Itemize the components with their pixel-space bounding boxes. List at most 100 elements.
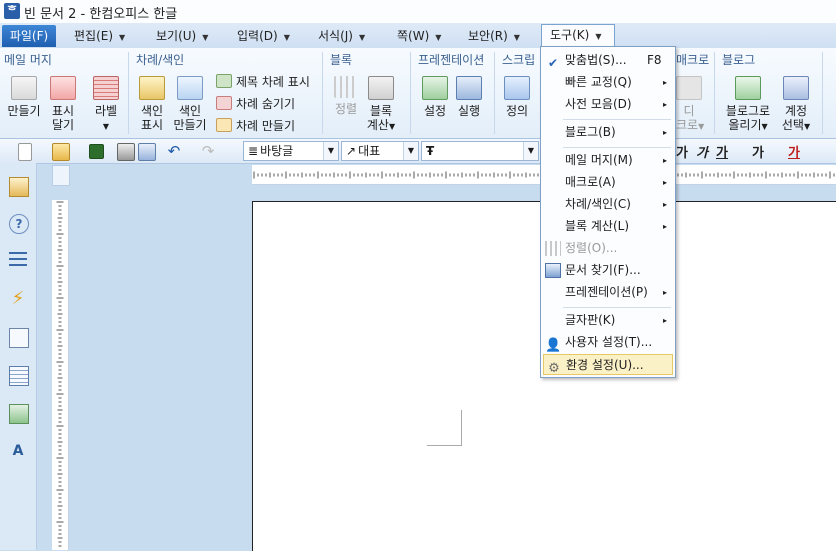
left-side-panel: ? ⚡ A <box>0 163 37 550</box>
menu-item-blog[interactable]: 블로그(B) ▸ <box>543 122 673 143</box>
menu-edit[interactable]: 편집(E) ▼ <box>74 26 125 46</box>
menu-item-block-calc[interactable]: 블록 계산(L) ▸ <box>543 216 673 237</box>
chevron-down-icon: ▼ <box>761 122 768 131</box>
group-title-script: 스크립 <box>502 53 536 67</box>
redo-icon[interactable]: ↷ <box>200 143 216 159</box>
menu-item-mail-merge[interactable]: 메일 머지(M) ▸ <box>543 150 673 171</box>
menu-item-macro[interactable]: 매크로(A) ▸ <box>543 172 673 193</box>
ruler-corner[interactable] <box>52 165 70 186</box>
blog-account-button[interactable]: 계정 선택▼ <box>778 76 814 134</box>
style-icon: ≣ <box>248 144 259 158</box>
index-make-button[interactable]: 색인 만들기 <box>172 76 208 132</box>
chevron-down-icon: ▼ <box>388 122 396 131</box>
chevron-down-icon: ▼ <box>403 142 418 160</box>
menu-security[interactable]: 보안(R) ▼ <box>468 26 520 46</box>
title-toc-show-button[interactable]: 제목 차례 표시 <box>216 73 310 90</box>
presentation-run-button[interactable]: 실행 <box>454 76 484 118</box>
script-gear-icon <box>504 76 530 100</box>
submenu-arrow-icon: ▸ <box>662 316 667 325</box>
menu-format[interactable]: 서식(J) ▼ <box>318 26 365 46</box>
menu-item-sort[interactable]: 정렬(O)... <box>543 238 673 259</box>
blog-post-button[interactable]: 블로그로 올리기▼ <box>722 76 774 134</box>
menu-item-dictionary[interactable]: 사전 모음(D) ▸ <box>543 94 673 115</box>
menu-item-find-document[interactable]: 문서 찾기(F)... <box>543 260 673 281</box>
menu-item-preferences[interactable]: ⚙ 환경 설정(U)... <box>543 354 673 376</box>
calculator-icon <box>368 76 394 100</box>
chart-gear-icon[interactable] <box>9 404 29 424</box>
menu-tools[interactable]: 도구(K) ▼ <box>541 24 615 48</box>
presentation-setup-button[interactable]: 설정 <box>420 76 450 118</box>
document-icon[interactable] <box>9 328 29 348</box>
font-color-button[interactable]: 가 <box>788 142 800 161</box>
gear-icon: ⚙ <box>548 361 560 376</box>
ribbon-separator <box>128 52 129 134</box>
underline-button[interactable]: 가 <box>716 142 728 161</box>
menu-item-toc-index[interactable]: 차례/색인(C) ▸ <box>543 194 673 215</box>
group-title-macro: 매크로 <box>676 53 710 67</box>
envelope-icon <box>11 76 37 100</box>
font-language-select[interactable]: ↗ 대표 ▼ <box>341 141 419 161</box>
menu-item-quick-correction[interactable]: 빠른 교정(Q) ▸ <box>543 72 673 93</box>
print-icon[interactable] <box>117 143 135 161</box>
index-mark-icon <box>139 76 165 100</box>
chevron-down-icon: ▼ <box>523 142 538 160</box>
ribbon: 메일 머지 만들기 표시 달기 라벨 ▼ 차례/색인 색인 표시 색인 만들기 제목 차… <box>0 48 836 139</box>
save-icon[interactable] <box>89 144 104 159</box>
vertical-ruler[interactable] <box>52 200 69 550</box>
undo-icon[interactable]: ↶ <box>166 143 182 159</box>
toc-hide-button[interactable]: 차례 숨기기 <box>216 95 295 112</box>
menu-item-presentation[interactable]: 프레젠테이션(P) ▸ <box>543 282 673 303</box>
submenu-arrow-icon: ▸ <box>662 100 667 109</box>
submenu-arrow-icon: ▸ <box>662 156 667 165</box>
mailmerge-show-button[interactable]: 표시 달기 <box>48 76 78 132</box>
group-title-presentation: 프레젠테이션 <box>418 53 485 67</box>
font-select[interactable]: Ŧ ▼ <box>421 141 539 161</box>
menu-item-user-settings[interactable]: 👤 사용자 설정(T)... <box>543 332 673 353</box>
group-title-block: 블록 <box>330 53 353 67</box>
new-document-icon[interactable] <box>18 143 32 161</box>
index-show-button[interactable]: 색인 표시 <box>136 76 168 132</box>
print-preview-icon[interactable] <box>138 143 156 161</box>
open-folder-icon[interactable] <box>52 143 70 161</box>
ribbon-separator <box>714 52 715 134</box>
submenu-arrow-icon: ▸ <box>662 288 667 297</box>
menu-bar: 파일(F) 편집(E) ▼ 보기(U) ▼ 입력(D) ▼ 서식(J) ▼ 쪽(W) ▼ … <box>0 23 836 48</box>
menu-file[interactable]: 파일(F) <box>2 25 56 47</box>
macro-button[interactable]: 디 크로▼ <box>676 76 704 134</box>
menu-view[interactable]: 보기(U) ▼ <box>156 26 208 46</box>
block-sort-button[interactable]: 정렬 <box>332 76 360 116</box>
presentation-setup-icon <box>422 76 448 100</box>
title-bar: ᄒ 빈 문서 2 - 한컴오피스 한글 <box>0 0 836 24</box>
presentation-run-icon <box>456 76 482 100</box>
script-define-button[interactable]: 정의 <box>502 76 532 118</box>
spellcheck-icon: ✔ <box>547 56 559 70</box>
menu-item-spellcheck[interactable]: ✔ 맞춤법(S)... F8 <box>543 50 673 71</box>
bullet-list-icon[interactable] <box>9 252 27 270</box>
book-icon[interactable] <box>9 177 29 197</box>
form-list-icon[interactable] <box>9 366 29 386</box>
menu-separator <box>563 307 671 308</box>
strikethrough-button[interactable]: 가 <box>752 142 764 161</box>
mailmerge-make-button[interactable]: 만들기 <box>6 76 42 118</box>
sort-icon <box>545 241 561 256</box>
toc-make-button[interactable]: 차례 만들기 <box>216 117 295 134</box>
italic-button[interactable]: 가 <box>696 142 708 161</box>
bold-button[interactable]: 가 <box>676 142 688 161</box>
index-book-icon <box>177 76 203 100</box>
hangul-app-icon[interactable]: ᄒ <box>4 3 20 19</box>
block-calc-button[interactable]: 블록 계산▼ <box>364 76 398 134</box>
group-title-toc: 차례/색인 <box>136 53 185 67</box>
style-select[interactable]: ≣ 바탕글 ▼ <box>243 141 339 161</box>
lightning-icon[interactable]: ⚡ <box>9 290 27 308</box>
account-icon <box>783 76 809 100</box>
blog-upload-icon <box>735 76 761 100</box>
label-button[interactable]: 라벨 ▼ <box>90 76 122 134</box>
menu-page[interactable]: 쪽(W) ▼ <box>397 26 441 46</box>
help-icon[interactable]: ? <box>9 214 29 234</box>
text-style-icon[interactable]: A <box>9 442 27 460</box>
ribbon-separator <box>494 52 495 134</box>
toc-hide-icon <box>216 96 232 110</box>
chevron-down-icon: ▼ <box>803 122 811 131</box>
menu-item-keyboard[interactable]: 글자판(K) ▸ <box>543 310 673 331</box>
menu-insert[interactable]: 입력(D) ▼ <box>237 26 290 46</box>
